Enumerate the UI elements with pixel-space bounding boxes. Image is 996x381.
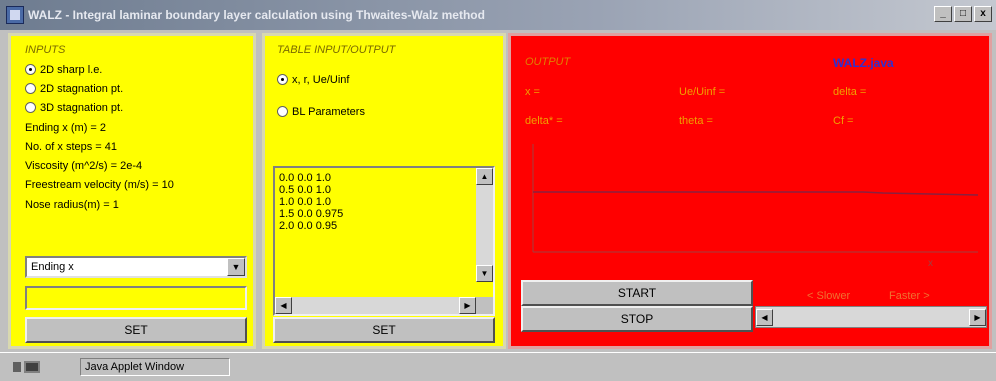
applet-title: WALZ.java [833,56,894,70]
output-panel: OUTPUT WALZ.java x = Ue/Uinf = delta = d… [508,33,992,349]
table-textarea[interactable]: 0.0 0.0 1.0 0.5 0.0 1.0 1.0 0.0 1.0 1.5 … [273,166,495,316]
ue-readout: Ue/Uinf = [679,86,726,98]
nose-radius-label: Nose radius(m) = 1 [25,199,119,211]
vertical-scrollbar[interactable]: ▲ ▼ [476,168,493,282]
ending-x-label: Ending x (m) = 2 [25,122,107,134]
minimize-button[interactable]: _ [934,6,952,22]
radio-icon[interactable] [25,83,36,94]
table-row: 1.0 0.0 1.0 [279,196,331,208]
speed-scrollbar[interactable]: ◀ ▶ [755,306,987,328]
viscosity-label: Viscosity (m^2/s) = 2e-4 [25,160,143,172]
profile-curve [533,191,979,196]
table-set-button[interactable]: SET [273,317,495,343]
table-row: 1.5 0.0 0.975 [279,208,344,220]
table-rows: 0.0 0.0 1.0 0.5 0.0 1.0 1.0 0.0 1.0 1.5 … [279,172,343,232]
parameter-select-value: Ending x [31,261,74,273]
delta-readout: delta = [833,86,867,98]
speed-right-icon[interactable]: ▶ [969,309,986,326]
parameter-value-input[interactable] [25,286,247,310]
start-button[interactable]: START [521,280,753,306]
table-row: 0.0 0.0 1.0 [279,172,331,184]
status-text: Java Applet Window [80,358,230,376]
scroll-up-icon[interactable]: ▲ [476,168,493,185]
title-bar: WALZ - Integral laminar boundary layer c… [0,0,996,30]
theta-readout: theta = [679,115,713,127]
window-title: WALZ - Integral laminar boundary layer c… [28,8,485,22]
scroll-left-icon[interactable]: ◀ [275,297,292,314]
table-row: 0.5 0.0 1.0 [279,184,331,196]
option-x-r-ue[interactable]: x, r, Ue/Uinf [277,74,349,86]
scroll-down-icon[interactable]: ▼ [476,265,493,282]
applet-frame: INPUTS 2D sharp l.e. 2D stagnation pt. 3… [0,30,996,352]
horizontal-scrollbar[interactable]: ◀ ▶ [275,297,476,314]
steps-label: No. of x steps = 41 [25,141,118,153]
output-heading: OUTPUT [525,56,571,68]
radio-icon[interactable] [277,74,288,85]
radio-icon[interactable] [25,102,36,113]
radio-icon[interactable] [277,106,288,117]
option-bl-parameters[interactable]: BL Parameters [277,106,365,118]
inputs-heading: INPUTS [25,44,66,56]
inputs-panel: INPUTS 2D sharp l.e. 2D stagnation pt. 3… [8,33,256,349]
close-button[interactable]: x [974,6,992,22]
cf-readout: Cf = [833,115,854,127]
parameter-select[interactable]: Ending x ▼ [25,256,247,278]
delta-star-readout: delta* = [525,115,563,127]
chevron-down-icon[interactable]: ▼ [227,258,245,276]
faster-label: Faster > [889,290,930,302]
velocity-label: Freestream velocity (m/s) = 10 [25,179,174,191]
inputs-set-button[interactable]: SET [25,317,247,343]
status-bar: Java Applet Window [0,352,996,381]
table-heading: TABLE INPUT/OUTPUT [277,44,396,56]
option-2d-sharp[interactable]: 2D sharp l.e. [25,64,102,76]
java-applet-icon [6,6,24,24]
x-readout: x = [525,86,540,98]
option-3d-stagnation[interactable]: 3D stagnation pt. [25,102,123,114]
table-panel: TABLE INPUT/OUTPUT x, r, Ue/Uinf BL Para… [262,33,506,349]
speed-left-icon[interactable]: ◀ [756,309,773,326]
slower-label: < Slower [807,290,851,302]
scroll-right-icon[interactable]: ▶ [459,297,476,314]
applet-warning-icon [13,361,40,373]
radio-icon[interactable] [25,64,36,75]
option-2d-stagnation[interactable]: 2D stagnation pt. [25,83,123,95]
stop-button[interactable]: STOP [521,306,753,332]
scroll-corner [476,297,493,314]
table-row: 2.0 0.0 0.95 [279,220,338,232]
x-axis-marker: x [928,258,933,269]
plot-area: x [532,144,979,269]
maximize-button[interactable]: □ [954,6,972,22]
